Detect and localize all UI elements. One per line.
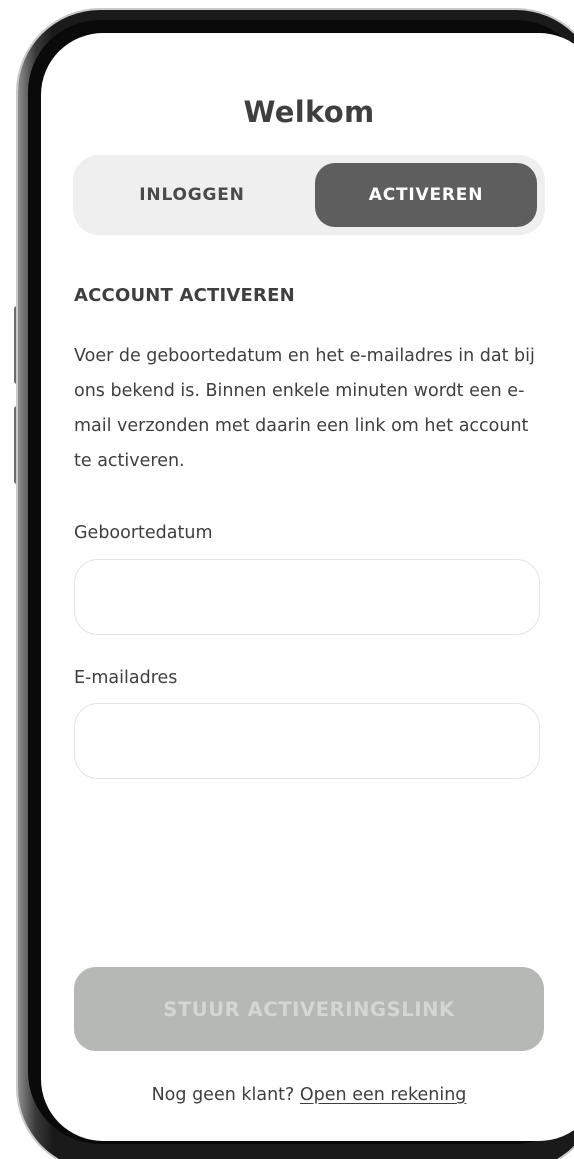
auth-mode-switch: INLOGGEN ACTIVEREN [73, 155, 545, 235]
page-title: Welkom [243, 95, 375, 129]
activation-screen: Welkom INLOGGEN ACTIVEREN ACCOUNT ACTIVE… [41, 33, 574, 1141]
footer-prompt: Nog geen klant? [151, 1085, 295, 1105]
stage: Welkom INLOGGEN ACTIVEREN ACCOUNT ACTIVE… [0, 0, 574, 1159]
email-input[interactable] [74, 703, 540, 779]
footer: Nog geen klant? Open een rekening [41, 1085, 574, 1105]
email-label: E-mailadres [74, 668, 178, 688]
instructions-text: Voer de geboortedatum en het e-mailadres… [74, 346, 535, 471]
birthdate-input[interactable] [74, 559, 540, 635]
send-activation-link-button[interactable]: STUUR ACTIVERINGSLINK [74, 967, 544, 1051]
tab-login[interactable]: INLOGGEN [81, 163, 303, 227]
open-account-link[interactable]: Open een rekening [300, 1085, 467, 1105]
section-heading: ACCOUNT ACTIVEREN [74, 285, 295, 306]
birthdate-label: Geboortedatum [74, 523, 213, 543]
tab-activate[interactable]: ACTIVEREN [315, 163, 537, 227]
